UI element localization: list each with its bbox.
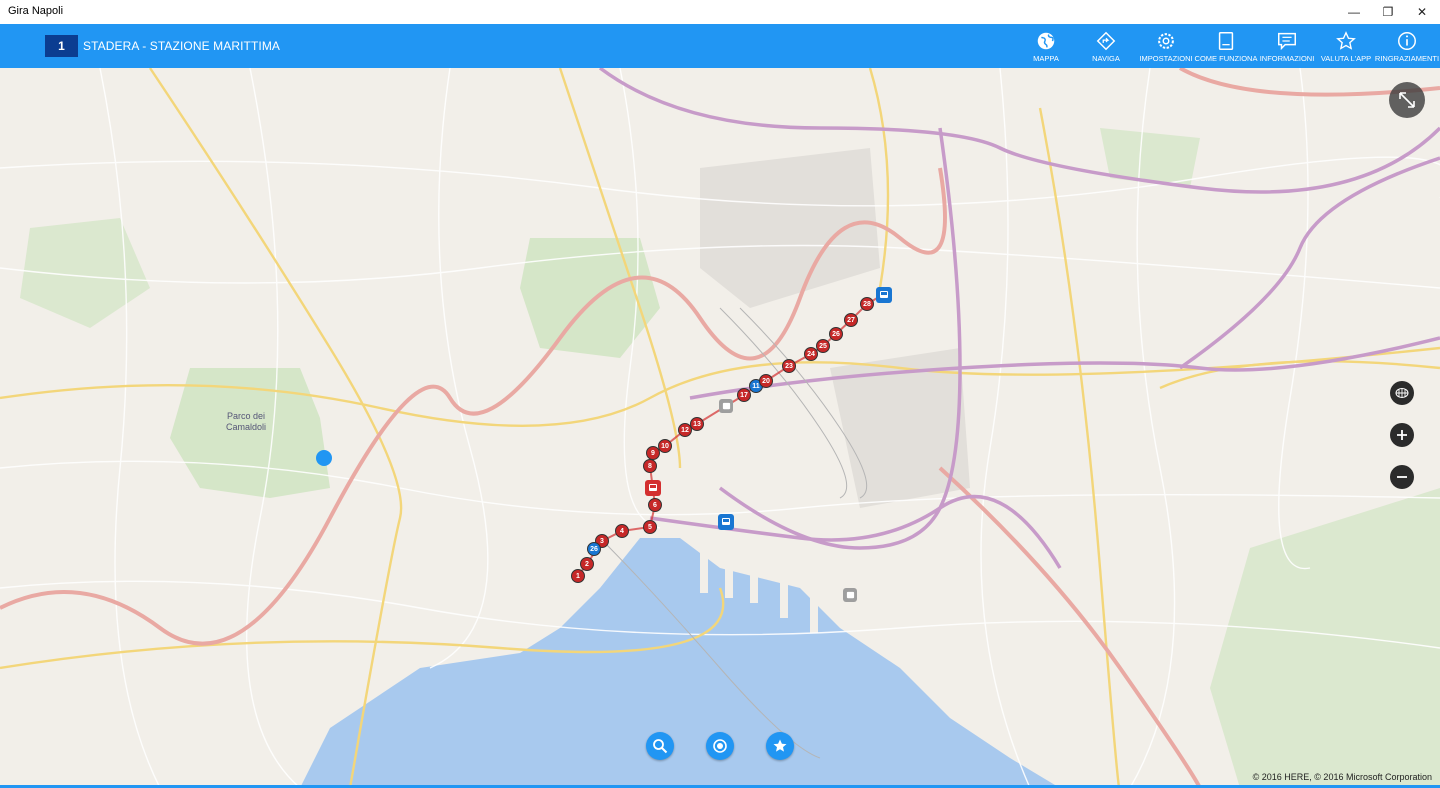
route-stop-marker[interactable]: 27 <box>844 313 858 327</box>
minus-icon <box>1397 476 1407 478</box>
expand-icon <box>1399 92 1415 108</box>
search-button[interactable] <box>646 732 674 760</box>
nav-impostazioni-button[interactable]: IMPOSTAZIONI <box>1139 30 1193 64</box>
maximize-button[interactable]: ❐ <box>1371 0 1405 24</box>
nav-ringraziamenti-button[interactable]: RINGRAZIAMENTI <box>1374 30 1440 64</box>
line-number-badge: 1 <box>45 35 78 57</box>
user-location-dot <box>316 450 332 466</box>
nav-come-funziona-button[interactable]: COME FUNZIONA <box>1194 30 1258 64</box>
navigate-icon <box>1096 31 1116 51</box>
plus-icon <box>1397 430 1407 440</box>
map-style-button[interactable] <box>1390 381 1414 405</box>
favorites-button[interactable] <box>766 732 794 760</box>
bus-stop-icon[interactable] <box>718 514 734 530</box>
nav-informazioni-button[interactable]: INFORMAZIONI <box>1260 30 1314 64</box>
bus-terminal-icon[interactable] <box>645 480 661 496</box>
route-title: STADERA - STAZIONE MARITTIMA <box>83 39 281 53</box>
map-copyright: © 2016 HERE, © 2016 Microsoft Corporatio… <box>1252 772 1432 782</box>
nav-valuta-app-button[interactable]: VALUTA L'APP <box>1320 30 1372 64</box>
route-stop-marker[interactable]: 20 <box>759 374 773 388</box>
route-stop-marker[interactable]: 17 <box>737 388 751 402</box>
route-stop-marker[interactable]: 6 <box>648 498 662 512</box>
route-stop-marker[interactable]: 28 <box>860 297 874 311</box>
info-icon <box>1398 32 1416 50</box>
search-icon <box>653 739 668 754</box>
zoom-in-button[interactable] <box>1390 423 1414 447</box>
nav-label: RINGRAZIAMENTI <box>1374 54 1440 63</box>
bus-stop-icon[interactable] <box>876 287 892 303</box>
route-stop-marker[interactable]: 10 <box>658 439 672 453</box>
zoom-out-button[interactable] <box>1390 465 1414 489</box>
route-stop-marker[interactable]: 1 <box>571 569 585 583</box>
app-bar: 1 STADERA - STAZIONE MARITTIMA MAPPA NAV… <box>0 24 1440 68</box>
locate-button[interactable] <box>706 732 734 760</box>
close-button[interactable]: ✕ <box>1405 0 1439 24</box>
globe-icon <box>1037 32 1055 50</box>
star-icon <box>773 739 787 752</box>
minimize-button[interactable]: — <box>1337 0 1371 24</box>
route-stop-marker[interactable]: 23 <box>782 359 796 373</box>
nav-label: VALUTA L'APP <box>1320 54 1372 63</box>
nav-mappa-button[interactable]: MAPPA <box>1028 30 1064 64</box>
book-icon <box>1218 32 1234 50</box>
star-icon <box>1336 31 1356 50</box>
fullscreen-button[interactable] <box>1389 82 1425 118</box>
route-stop-marker[interactable]: 26 <box>829 327 843 341</box>
park-label: Parco dei Camaldoli <box>225 411 267 432</box>
route-stop-marker[interactable]: 13 <box>690 417 704 431</box>
window-titlebar: Gira Napoli — ❐ ✕ <box>0 0 1440 24</box>
nav-label: MAPPA <box>1033 54 1059 63</box>
route-stop-marker[interactable]: 25 <box>816 339 830 353</box>
target-icon <box>713 739 727 753</box>
transit-icon[interactable] <box>719 399 733 413</box>
grid-icon <box>1395 388 1409 398</box>
route-stop-marker[interactable]: 2 <box>580 557 594 571</box>
nav-label: IMPOSTAZIONI <box>1139 54 1193 63</box>
route-stop-marker[interactable]: 26 <box>587 542 601 556</box>
route-overlay <box>577 293 885 577</box>
message-icon <box>1278 32 1296 51</box>
nav-label: INFORMAZIONI <box>1259 54 1315 63</box>
gear-icon <box>1158 33 1174 49</box>
transit-icon[interactable] <box>843 588 857 602</box>
nav-label: NAVIGA <box>1092 54 1120 63</box>
route-stop-marker[interactable]: 4 <box>615 524 629 538</box>
map-view[interactable]: Parco dei Camaldoli 1 2 3 26 4 5 6 8 9 10 12 13 17 11… <box>0 68 1440 788</box>
nav-naviga-button[interactable]: NAVIGA <box>1088 30 1124 64</box>
route-stop-marker[interactable]: 8 <box>643 459 657 473</box>
nav-label: COME FUNZIONA <box>1194 54 1258 63</box>
route-stop-marker[interactable]: 5 <box>643 520 657 534</box>
window-title: Gira Napoli <box>8 5 64 17</box>
